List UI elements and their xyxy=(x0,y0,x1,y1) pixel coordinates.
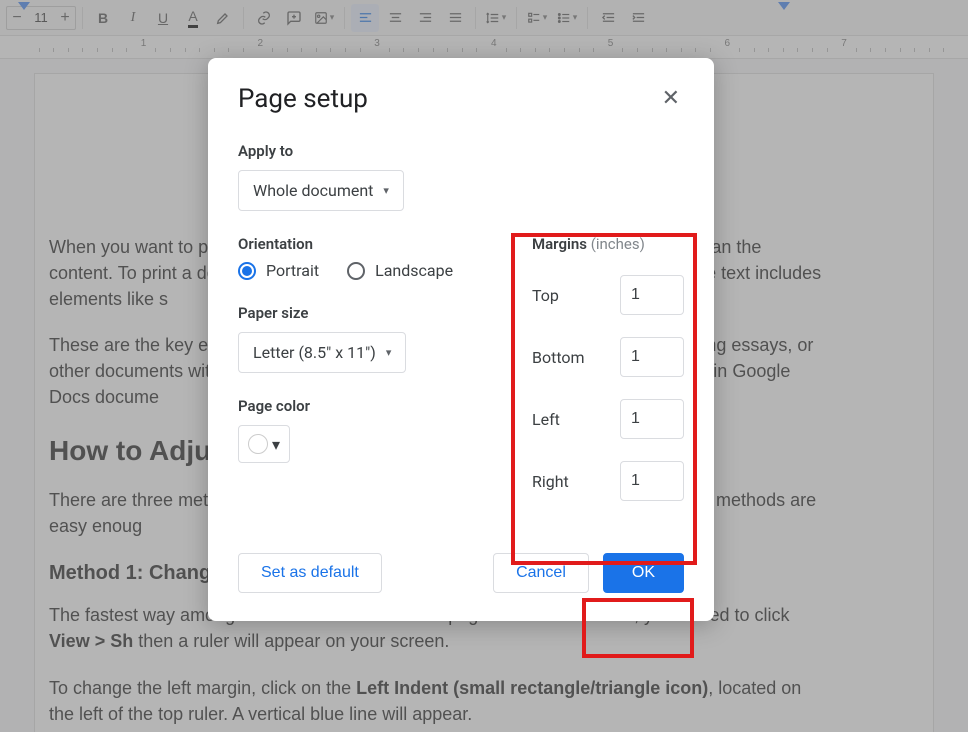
cancel-button[interactable]: Cancel xyxy=(493,553,589,593)
set-as-default-button[interactable]: Set as default xyxy=(238,553,382,593)
color-swatch-icon xyxy=(248,434,268,454)
paper-size-dropdown[interactable]: Letter (8.5" x 11") ▾ xyxy=(238,332,406,373)
ok-button[interactable]: OK xyxy=(603,553,684,593)
page-color-picker[interactable]: ▾ xyxy=(238,425,290,463)
margin-bottom-label: Bottom xyxy=(532,348,585,367)
apply-to-value: Whole document xyxy=(253,181,373,200)
margin-bottom-input[interactable] xyxy=(620,337,684,377)
paper-size-value: Letter (8.5" x 11") xyxy=(253,343,376,362)
margin-right-input[interactable] xyxy=(620,461,684,501)
margin-left-label: Left xyxy=(532,410,560,429)
orientation-portrait-radio[interactable]: Portrait xyxy=(238,261,319,280)
apply-to-label: Apply to xyxy=(238,142,684,160)
annotation-highlight-ok xyxy=(582,598,694,658)
close-icon[interactable]: ✕ xyxy=(658,84,684,114)
paper-size-label: Paper size xyxy=(238,304,498,322)
chevron-down-icon: ▾ xyxy=(272,435,280,454)
radio-unselected-icon xyxy=(347,262,365,280)
page-color-label: Page color xyxy=(238,397,498,415)
apply-to-dropdown[interactable]: Whole document ▾ xyxy=(238,170,404,211)
margin-left-input[interactable] xyxy=(620,399,684,439)
page-setup-dialog: Page setup ✕ Apply to Whole document ▾ O… xyxy=(208,58,714,621)
orientation-label: Orientation xyxy=(238,235,498,253)
orientation-landscape-radio[interactable]: Landscape xyxy=(347,261,453,280)
dialog-title: Page setup xyxy=(238,84,368,114)
radio-selected-icon xyxy=(238,262,256,280)
margin-right-label: Right xyxy=(532,472,569,491)
chevron-down-icon: ▾ xyxy=(383,184,389,197)
chevron-down-icon: ▾ xyxy=(386,346,392,359)
margin-top-input[interactable] xyxy=(620,275,684,315)
margins-label: Margins (inches) xyxy=(532,235,684,253)
modal-overlay: Page setup ✕ Apply to Whole document ▾ O… xyxy=(0,0,968,732)
margin-top-label: Top xyxy=(532,286,559,305)
